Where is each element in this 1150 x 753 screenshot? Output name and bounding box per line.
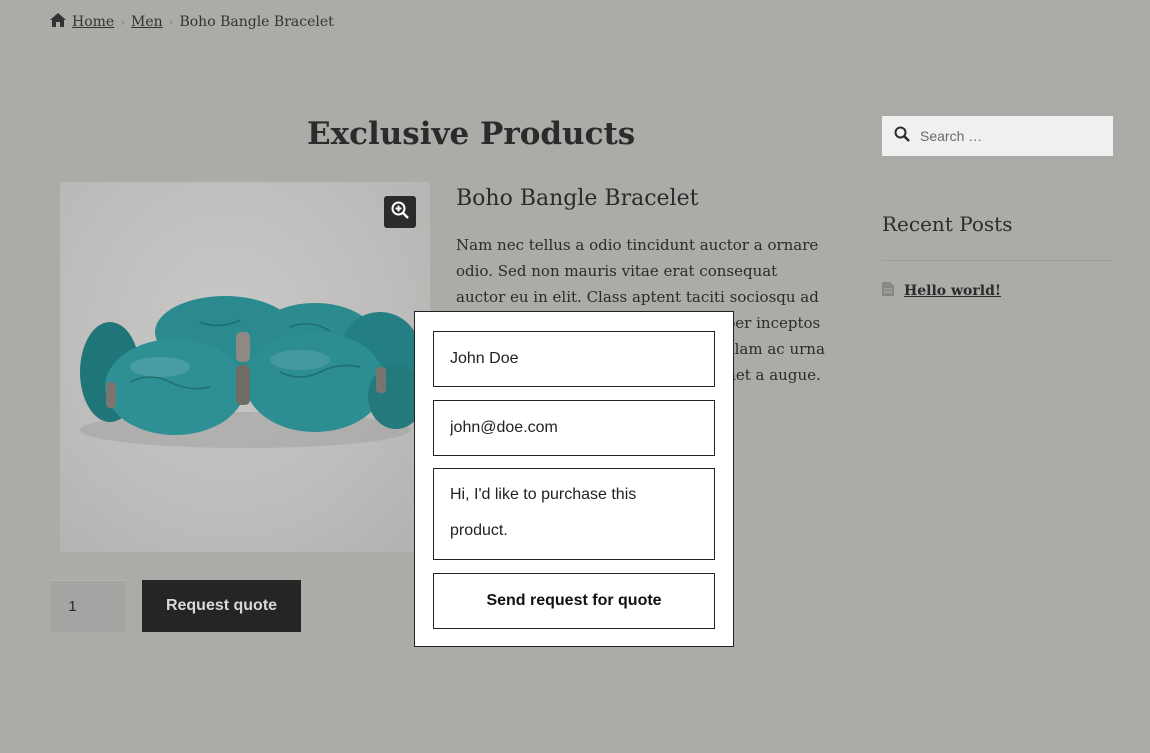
home-icon[interactable] bbox=[50, 13, 66, 31]
email-field[interactable] bbox=[433, 400, 715, 456]
search-input[interactable] bbox=[918, 127, 1102, 145]
page-title: Exclusive Products bbox=[307, 116, 636, 152]
recent-post-link[interactable]: Hello world! bbox=[904, 283, 1001, 299]
product-image[interactable] bbox=[60, 182, 430, 552]
search-icon bbox=[894, 126, 910, 146]
quote-request-modal: Hi, I'd like to purchase this product. S… bbox=[414, 311, 734, 647]
zoom-in-icon bbox=[391, 201, 409, 223]
breadcrumb-current: Boho Bangle Bracelet bbox=[179, 14, 334, 30]
message-field[interactable]: Hi, I'd like to purchase this product. bbox=[433, 468, 715, 560]
request-quote-button[interactable]: Request quote bbox=[142, 580, 301, 632]
document-icon bbox=[882, 281, 894, 300]
widget-divider bbox=[882, 260, 1113, 261]
quantity-input[interactable] bbox=[50, 580, 126, 632]
search-box[interactable] bbox=[882, 116, 1113, 156]
breadcrumb: Home › Men › Boho Bangle Bracelet bbox=[50, 13, 334, 31]
zoom-button[interactable] bbox=[384, 196, 416, 228]
recent-post-item: Hello world! bbox=[882, 281, 1001, 300]
breadcrumb-separator: › bbox=[120, 15, 126, 29]
name-field[interactable] bbox=[433, 331, 715, 387]
breadcrumb-separator: › bbox=[168, 15, 174, 29]
recent-posts-title: Recent Posts bbox=[882, 212, 1013, 236]
breadcrumb-home-link[interactable]: Home bbox=[72, 14, 114, 30]
product-title: Boho Bangle Bracelet bbox=[456, 186, 699, 211]
send-request-button[interactable]: Send request for quote bbox=[433, 573, 715, 629]
breadcrumb-category-link[interactable]: Men bbox=[131, 14, 163, 30]
